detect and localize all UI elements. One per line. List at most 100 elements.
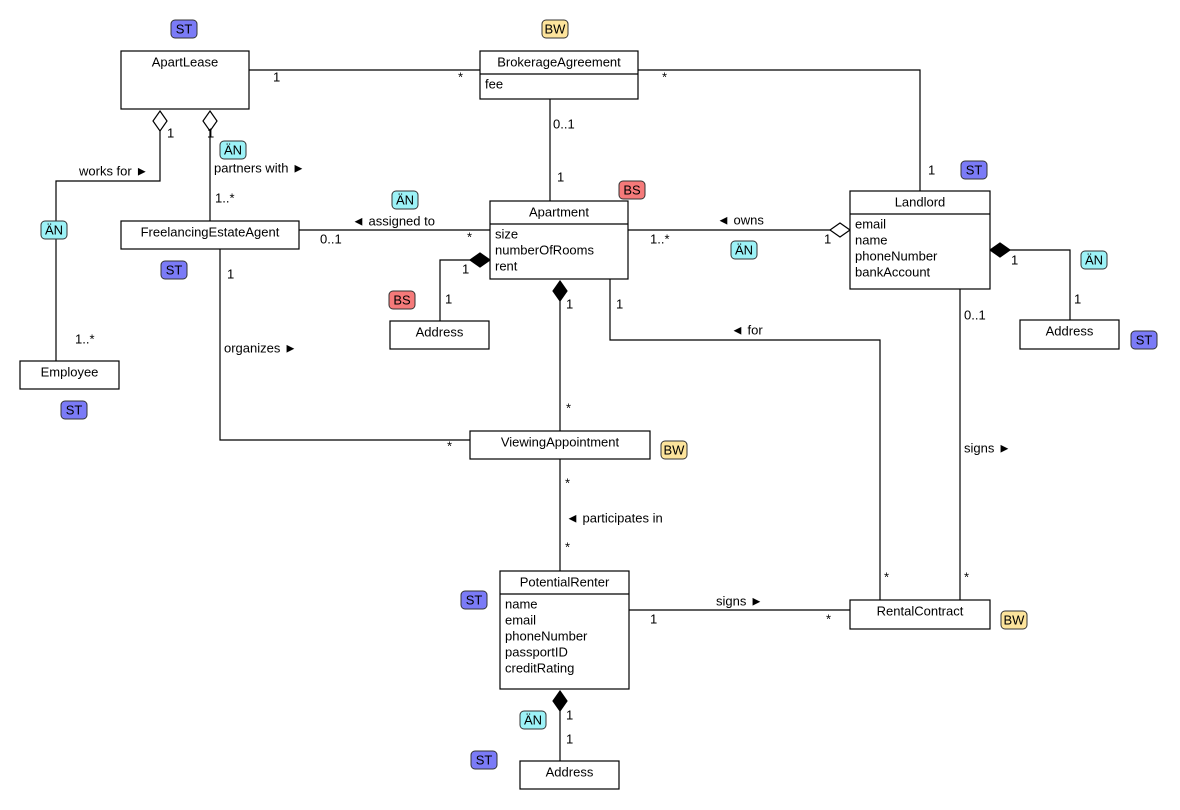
class-name: Address [416,324,464,339]
association-apartlease-brokerageagreement[interactable]: 1 * [249,69,480,84]
association-landlord-address[interactable]: 11 [988,242,1081,320]
association-freelancingestateagent-viewingappointment[interactable]: 1 * organizes ► [219,249,470,453]
class-attribute: rent [495,258,518,273]
tag-label: ÄN [524,712,542,727]
multiplicity-label: 1 [650,611,657,626]
class-attribute: email [855,216,886,231]
class-renter[interactable]: PotentialRenter nameemailphoneNumberpassp… [499,570,630,690]
tag-badge: ÄN [391,190,419,210]
association-line[interactable] [638,69,921,191]
association-potentialrenter-address[interactable]: 11 [552,689,573,761]
multiplicity-label: * [964,569,969,584]
multiplicity-label: 1 [462,261,469,276]
tag-label: ST [966,162,983,177]
association-name: ◄ for [731,322,763,337]
association-landlord-rentalcontract[interactable]: 0..1 * signs ► [959,289,1011,600]
multiplicity-label: 1 [1011,252,1018,267]
aggregation-diamond-icon [828,222,852,238]
tag-badge: ÄN [40,220,68,240]
tag-badge: BW [660,440,688,460]
tag-label: ST [166,262,183,277]
class-attribute: fee [485,76,503,91]
tag-badge: BS [388,290,416,310]
multiplicity-label: 1 [1074,291,1081,306]
tag-label: ST [66,402,83,417]
association-apartment-rentalcontract[interactable]: 1 * ◄ for [609,279,889,600]
tag-badge: ST [470,750,498,770]
class-name: RentalContract [877,603,964,618]
class-viewing[interactable]: ViewingAppointment [469,430,651,460]
multiplicity-label: 1..* [75,331,95,346]
tag-label: BW [664,442,686,457]
tag-badge: ST [1130,330,1158,350]
class-contract[interactable]: RentalContract [849,599,991,630]
composition-diamond-icon [468,252,492,268]
class-name: FreelancingEstateAgent [141,224,280,239]
class-attribute: passportID [505,644,568,659]
composition-diamond-icon [552,689,568,713]
class-brokerage[interactable]: BrokerageAgreement fee [479,50,639,100]
class-address-apartment[interactable]: Address [389,320,490,350]
multiplicity-label: 1 [207,125,214,140]
multiplicity-label: 1 [445,291,452,306]
multiplicity-label: * [467,229,472,244]
association-name: organizes ► [224,340,297,355]
association-apartlease-freelancingestateagent[interactable]: 1 1..* partners with ► [202,109,305,221]
association-potentialrenter-rentalcontract[interactable]: 1 * signs ► [629,593,850,626]
class-address-landlord[interactable]: Address [1019,319,1120,350]
multiplicity-label: * [565,539,570,554]
association-freelancingestateagent-apartment[interactable]: 0..1 * ◄ assigned to [299,213,490,246]
class-name: Employee [41,364,99,379]
tag-badge: BS [618,180,646,200]
tag-label: ÄN [396,192,414,207]
association-brokerageagreement-apartment[interactable]: 0..1 1 [549,99,575,201]
multiplicity-label: * [662,69,667,84]
association-line[interactable] [1010,249,1071,320]
association-name: partners with ► [214,160,305,175]
tag-badge: ÄN [730,240,758,260]
class-landlord[interactable]: Landlord emailnamephoneNumberbankAccount [849,190,991,290]
association-name: signs ► [964,440,1011,455]
multiplicity-label: 1 [928,162,935,177]
association-name: ◄ assigned to [352,213,435,228]
class-employee[interactable]: Employee [19,360,120,390]
association-name: ◄ participates in [566,510,663,525]
multiplicity-label: 1..* [215,190,235,205]
multiplicity-label: * [884,569,889,584]
class-name: Apartment [529,204,589,219]
class-address-renter[interactable]: Address [519,760,620,790]
multiplicity-label: 1 [566,731,573,746]
association-brokerageagreement-landlord[interactable]: *1 [638,69,935,191]
tag-label: ÄN [45,222,63,237]
aggregation-diamond-icon [152,109,168,133]
multiplicity-label: * [458,69,463,84]
class-apartment[interactable]: Apartment sizenumberOfRoomsrent [489,200,629,280]
multiplicity-label: 1 [273,69,280,84]
tag-label: ÄN [735,242,753,257]
tag-badge: ÄN [219,140,247,160]
tag-label: ST [176,21,193,36]
tag-label: BS [623,182,641,197]
multiplicity-label: * [826,611,831,626]
class-apartlease[interactable]: ApartLease [120,50,250,110]
association-apartment-address[interactable]: 11 [439,252,492,321]
tag-label: BS [393,292,411,307]
class-attribute: numberOfRooms [495,242,594,257]
association-viewingappointment-potentialrenter[interactable]: * * ◄ participates in [559,459,663,571]
tag-badge: ÄN [1080,250,1108,270]
multiplicity-label: * [566,400,571,415]
tag-badge: ST [460,590,488,610]
class-agent[interactable]: FreelancingEstateAgent [120,220,300,250]
tag-label: ST [466,592,483,607]
multiplicity-label: 1 [566,296,573,311]
tag-label: ÄN [224,142,242,157]
multiplicity-label: 1 [557,169,564,184]
tag-badge: BW [1000,610,1028,630]
multiplicity-label: 1 [824,231,831,246]
tag-label: ST [476,752,493,767]
class-attribute: phoneNumber [855,248,938,263]
multiplicity-label: 1 [167,125,174,140]
association-name: ◄ owns [717,212,764,227]
association-apartment-viewingappointment[interactable]: 1* [552,279,573,431]
uml-class-diagram: 1 * *10..1111..*works for ►11..*partners w… [19,19,1158,790]
